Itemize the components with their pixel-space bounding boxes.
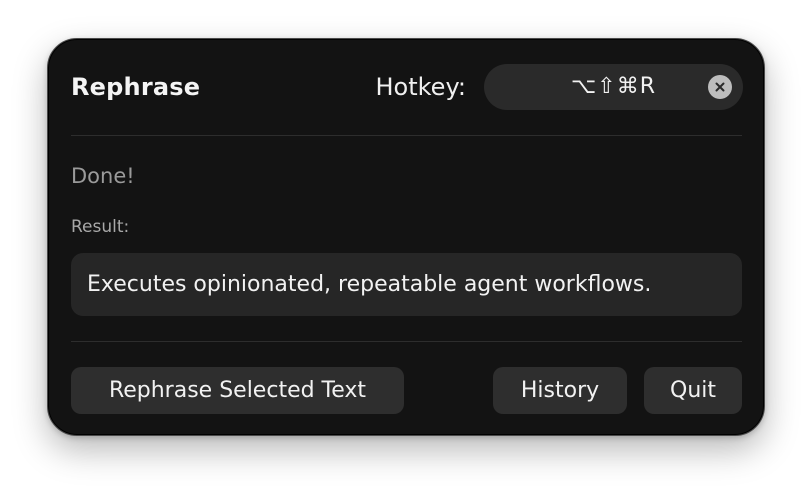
xmark-circle-icon — [715, 82, 725, 92]
status-text: Done! — [71, 164, 135, 188]
hotkey-value: ⌥⇧⌘R — [570, 74, 657, 99]
clear-hotkey-button[interactable] — [708, 75, 732, 99]
result-label: Result: — [71, 217, 130, 237]
header-divider — [71, 135, 742, 136]
footer-divider — [71, 341, 742, 342]
rephrase-panel: Rephrase Hotkey: ⌥⇧⌘R Done! Result: Exec… — [47, 38, 765, 436]
quit-button[interactable]: Quit — [644, 367, 742, 414]
panel-title: Rephrase — [71, 73, 201, 101]
rephrase-selected-text-button[interactable]: Rephrase Selected Text — [71, 367, 404, 414]
history-button[interactable]: History — [493, 367, 627, 414]
hotkey-label: Hotkey: — [375, 73, 467, 101]
result-text-field[interactable]: Executes opinionated, repeatable agent w… — [71, 253, 742, 316]
hotkey-recorder-field[interactable]: ⌥⇧⌘R — [484, 64, 743, 110]
